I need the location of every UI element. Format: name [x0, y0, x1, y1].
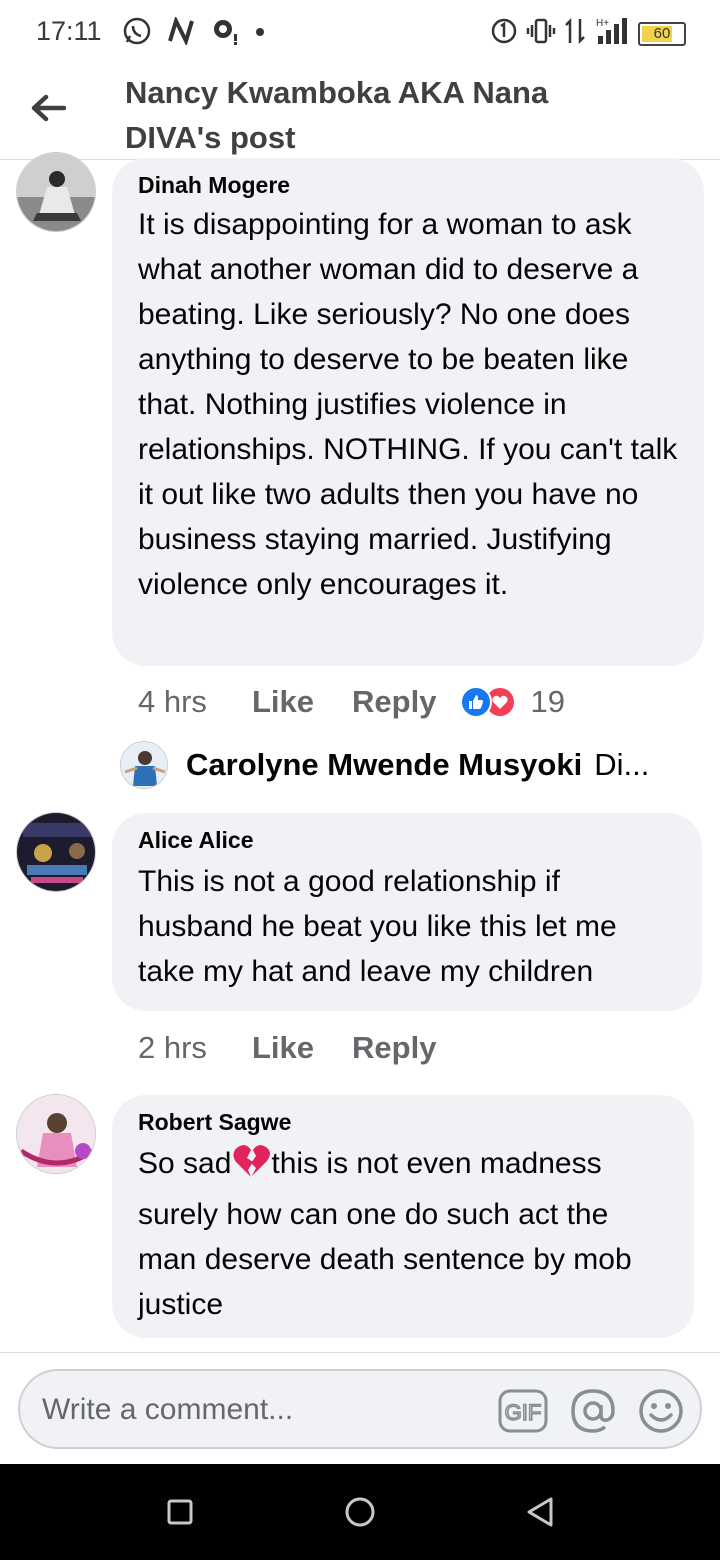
like-button[interactable]: Like: [252, 1030, 314, 1066]
location-alert-icon: [210, 16, 240, 51]
comment-actions: 4 hrs Like Reply 19: [138, 682, 565, 722]
signal-icon: H+: [594, 16, 630, 51]
emoji-icon[interactable]: [636, 1387, 686, 1435]
reply-preview[interactable]: Carolyne Mwende Musyoki Di...: [120, 740, 700, 790]
comment-bubble[interactable]: Dinah Mogere It is disappointing for a w…: [112, 158, 704, 666]
avatar[interactable]: [16, 812, 96, 892]
back-button[interactable]: [24, 88, 72, 132]
reactions-summary[interactable]: 19: [460, 684, 565, 720]
battery-level: 60: [653, 25, 671, 42]
comment-author[interactable]: Alice Alice: [138, 825, 676, 855]
comment-time[interactable]: 2 hrs: [138, 1030, 252, 1066]
status-time: 17:11: [36, 16, 102, 46]
comment-author[interactable]: Dinah Mogere: [138, 170, 678, 200]
reply-author: Carolyne Mwende Musyoki: [186, 747, 583, 782]
comment-bubble[interactable]: Alice Alice This is not a good relations…: [112, 813, 702, 1011]
comment-actions: 2 hrs Like Reply: [138, 1028, 474, 1068]
comment-text: It is disappointing for a woman to ask w…: [138, 208, 678, 601]
svg-text:GIF: GIF: [505, 1400, 542, 1425]
status-notification-icons: [122, 15, 266, 51]
status-bar: 17:11 H+ 60: [0, 0, 720, 62]
comment-bubble[interactable]: Robert Sagwe So sad this is not even madn…: [112, 1095, 694, 1338]
data-arrows-icon: [564, 17, 586, 50]
status-system-icons: H+ 60: [490, 16, 686, 51]
nfc-icon: [166, 15, 196, 50]
avatar: [120, 741, 168, 789]
vibrate-icon: [526, 17, 556, 50]
comment-author[interactable]: Robert Sagwe: [138, 1107, 668, 1137]
whatsapp-icon: [122, 16, 152, 51]
comment-time[interactable]: 4 hrs: [138, 684, 252, 720]
comment-text: This is not a good relationship if husba…: [138, 865, 617, 988]
gif-icon[interactable]: GIF: [498, 1387, 548, 1435]
back-nav-icon[interactable]: [520, 1492, 560, 1532]
home-icon[interactable]: [340, 1492, 380, 1532]
like-button[interactable]: Like: [252, 684, 314, 720]
reaction-count: 19: [530, 684, 565, 719]
at-mention-icon[interactable]: [568, 1387, 618, 1435]
broken-heart-emoji: [232, 1143, 271, 1192]
comment-input[interactable]: [42, 1389, 472, 1431]
avatar[interactable]: [16, 152, 96, 232]
back-arrow-icon: [30, 93, 67, 128]
svg-text:H+: H+: [596, 18, 609, 29]
battery-indicator: 60: [638, 21, 686, 46]
clock-alarm-icon: [490, 17, 518, 50]
comment-text: So sad this is not even madness surely ho…: [138, 1141, 668, 1327]
avatar[interactable]: [16, 1094, 96, 1174]
composer-box: GIF: [18, 1369, 702, 1449]
reply-button[interactable]: Reply: [352, 684, 436, 720]
post-header: Nancy Kwamboka AKA Nana DIVA's post: [0, 62, 720, 160]
comment-text-start: So sad: [138, 1147, 232, 1180]
system-navigation-bar: [0, 1464, 720, 1560]
page-title: Nancy Kwamboka AKA Nana DIVA's post: [125, 75, 549, 155]
comment-composer: GIF: [0, 1352, 720, 1464]
recent-apps-icon[interactable]: [160, 1492, 200, 1532]
reply-snippet: Di...: [594, 747, 650, 782]
reply-button[interactable]: Reply: [352, 1030, 436, 1066]
dot-icon: [254, 25, 266, 43]
